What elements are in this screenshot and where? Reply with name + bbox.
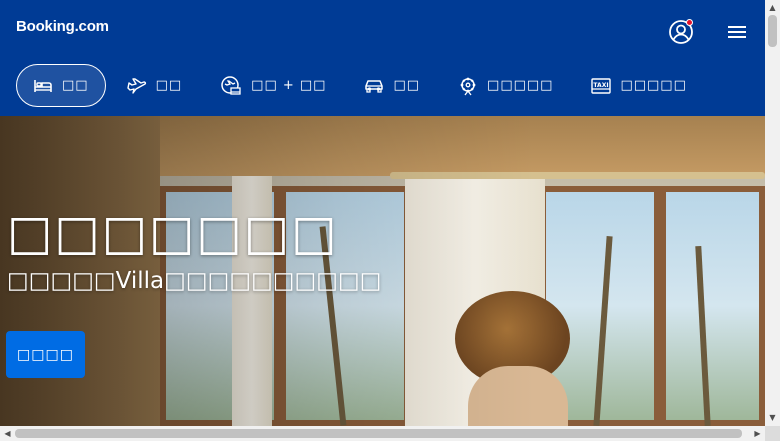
nav-flights-label: □□ xyxy=(155,78,183,93)
account-button[interactable] xyxy=(668,19,694,45)
booking-logo[interactable]: Booking.com xyxy=(16,18,109,35)
scrollbar-corner xyxy=(765,426,780,441)
taxi-icon: TAXI xyxy=(591,77,612,94)
scroll-up-arrow-icon[interactable]: ▲ xyxy=(768,3,777,12)
notification-dot xyxy=(686,19,693,26)
attractions-icon xyxy=(460,77,476,95)
nav-flight-hotel[interactable]: □□ + □□ xyxy=(203,64,343,107)
nav-airport-taxis[interactable]: TAXI □□□□□ xyxy=(574,64,703,107)
nav-car-rental-label: □□ xyxy=(393,78,421,93)
nav-stays[interactable]: □□ xyxy=(16,64,106,107)
hero-title: □□□□□□□ xyxy=(7,205,339,261)
nav-car-rental[interactable]: □□ xyxy=(347,64,437,107)
plane-bed-icon xyxy=(221,75,241,95)
vertical-scrollbar[interactable]: ▲ ▼ xyxy=(765,0,780,426)
hero-cta-button[interactable]: □□□□ xyxy=(6,331,85,378)
menu-button[interactable] xyxy=(727,24,747,40)
scroll-right-arrow-icon[interactable]: ▶ xyxy=(753,429,762,438)
vertical-scroll-thumb[interactable] xyxy=(768,15,777,47)
nav-airport-taxis-label: □□□□□ xyxy=(620,78,687,93)
car-icon xyxy=(365,79,384,93)
horizontal-scrollbar[interactable]: ◀ ▶ xyxy=(0,426,765,441)
nav-attractions[interactable]: □□□□□ xyxy=(441,64,570,107)
plane-icon xyxy=(126,77,146,94)
scroll-down-arrow-icon[interactable]: ▼ xyxy=(768,413,777,422)
product-nav: □□ □□ □□ + □□ □□ □□□□□ TAXI □□□□□ xyxy=(16,64,708,107)
nav-flights[interactable]: □□ xyxy=(110,64,200,107)
nav-flight-hotel-label: □□ + □□ xyxy=(251,78,327,93)
horizontal-scroll-thumb[interactable] xyxy=(15,429,742,438)
svg-text:TAXI: TAXI xyxy=(594,82,609,89)
nav-stays-label: □□ xyxy=(62,78,89,93)
bed-icon xyxy=(34,79,52,92)
hamburger-icon xyxy=(728,26,746,38)
nav-attractions-label: □□□□□ xyxy=(487,78,554,93)
site-header: Booking.com □□ □□ □□ + □□ □□ □□□□□ TAXI … xyxy=(0,0,765,116)
scroll-left-arrow-icon[interactable]: ◀ xyxy=(3,429,12,438)
hero-subtitle: □□□□□Villa□□□□□□□□□□ xyxy=(7,268,382,294)
